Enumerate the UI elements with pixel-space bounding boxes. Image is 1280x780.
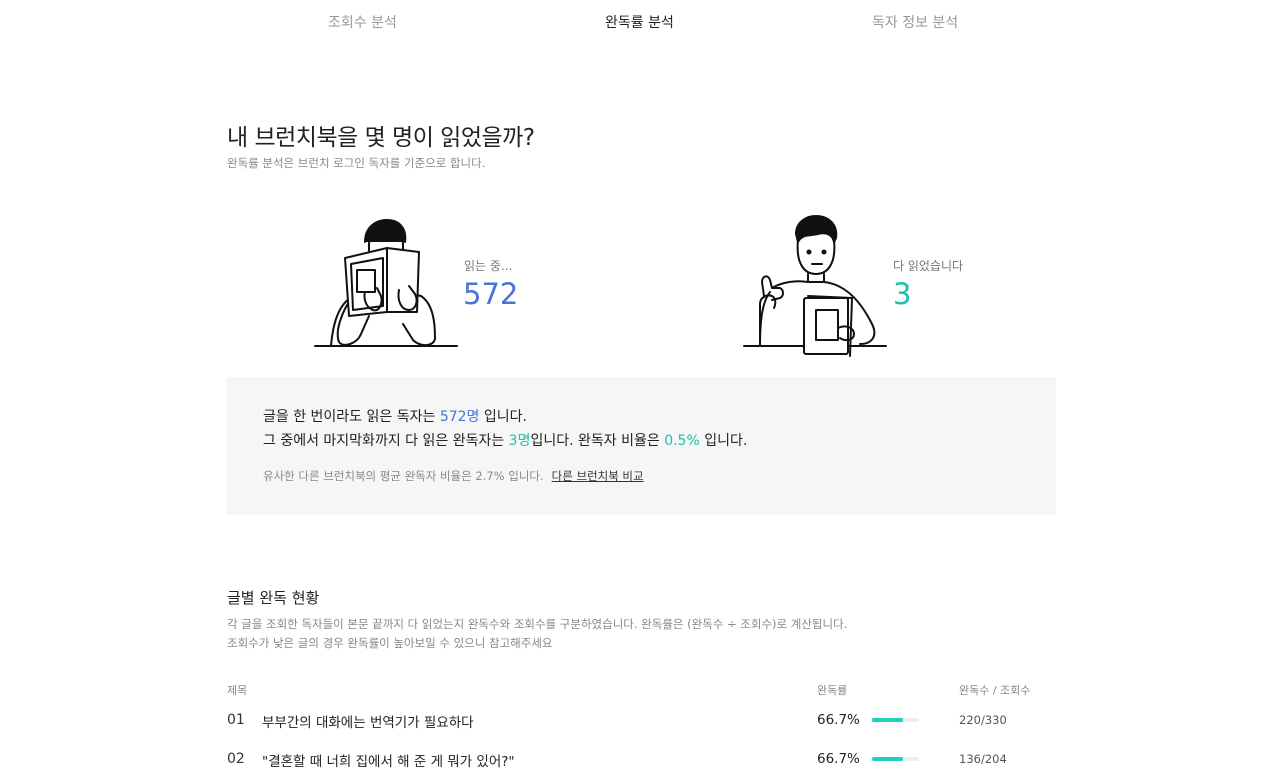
tab-completion-analysis[interactable]: 완독률 분석	[605, 12, 674, 32]
analysis-tabs: 조회수 분석 완독률 분석 독자 정보 분석	[0, 0, 1280, 44]
summary-completion-line: 그 중에서 마지막화까지 다 읽은 완독자는 3명입니다. 완독자 비율은 0.…	[263, 430, 747, 450]
completed-count: 3	[893, 277, 912, 311]
row-rate: 66.7%	[817, 712, 860, 728]
tab-views-analysis[interactable]: 조회수 분석	[328, 12, 397, 32]
summary-readers-line: 글을 한 번이라도 읽은 독자는 572명 입니다.	[263, 406, 527, 426]
summary-text: 입니다.	[699, 433, 748, 449]
summary-text: 그 중에서 마지막화까지 다 읽은 완독자는	[263, 433, 509, 449]
page-subtitle: 완독률 분석은 브런치 로그인 독자를 기준으로 합니다.	[227, 156, 486, 170]
summary-ratio-value: 0.5%	[664, 433, 700, 449]
row-title[interactable]: 부부간의 대화에는 번역기가 필요하다	[262, 711, 474, 731]
thumbs-up-person-illustration	[743, 215, 887, 357]
section-desc-line1: 각 글을 조회한 독자들이 본문 끝까지 다 읽었는지 완독수와 조회수를 구분…	[227, 617, 848, 631]
column-header-rate: 완독률	[817, 684, 848, 697]
summary-completed-value: 3명	[508, 433, 531, 449]
section-description: 각 글을 조회한 독자들이 본문 끝까지 다 읽었는지 완독수와 조회수를 구분…	[227, 615, 847, 653]
rate-bar	[872, 757, 919, 761]
row-rate: 66.7%	[817, 751, 860, 767]
summary-text: 글을 한 번이라도 읽은 독자는	[263, 409, 440, 425]
table-row[interactable]: 02 "결혼할 때 너희 집에서 해 준 게 뭐가 있어?" 66.7% 136…	[0, 747, 1280, 777]
reading-label: 읽는 중...	[464, 259, 513, 273]
completed-label: 다 읽었습니다	[893, 259, 964, 273]
row-number: 01	[227, 712, 245, 728]
row-title[interactable]: "결혼할 때 너희 집에서 해 준 게 뭐가 있어?"	[262, 750, 515, 770]
row-count: 136/204	[959, 752, 1007, 766]
summary-text: 입니다. 완독자 비율은	[530, 433, 665, 449]
row-count: 220/330	[959, 713, 1007, 727]
summary-box: 글을 한 번이라도 읽은 독자는 572명 입니다. 그 중에서 마지막화까지 …	[226, 377, 1056, 515]
summary-note: 유사한 다른 브런치북의 평균 완독자 비율은 2.7% 입니다. 다른 브런치북…	[263, 468, 644, 484]
reading-count: 572	[463, 277, 519, 311]
summary-readers-value: 572명	[439, 409, 480, 425]
section-desc-line2: 조회수가 낮은 글의 경우 완독률이 높아보일 수 있으니 참고해주세요	[227, 636, 553, 650]
average-ratio-note: 유사한 다른 브런치북의 평균 완독자 비율은 2.7% 입니다.	[263, 469, 544, 483]
rate-bar-fill	[872, 757, 904, 761]
column-header-count: 완독수 / 조회수	[959, 684, 1031, 697]
page-title: 내 브런치북을 몇 명이 읽었을까?	[227, 125, 535, 151]
rate-bar-fill	[872, 718, 904, 722]
summary-text: 입니다.	[479, 409, 527, 425]
column-header-title: 제목	[227, 684, 248, 697]
section-title: 글별 완독 현황	[227, 589, 320, 607]
tab-reader-info-analysis[interactable]: 독자 정보 분석	[872, 12, 958, 32]
reading-person-illustration	[314, 219, 458, 347]
rate-bar	[872, 718, 919, 722]
row-number: 02	[227, 751, 245, 767]
table-row[interactable]: 01 부부간의 대화에는 번역기가 필요하다 66.7% 220/330	[0, 708, 1280, 738]
compare-other-books-link[interactable]: 다른 브런치북 비교	[552, 469, 644, 483]
